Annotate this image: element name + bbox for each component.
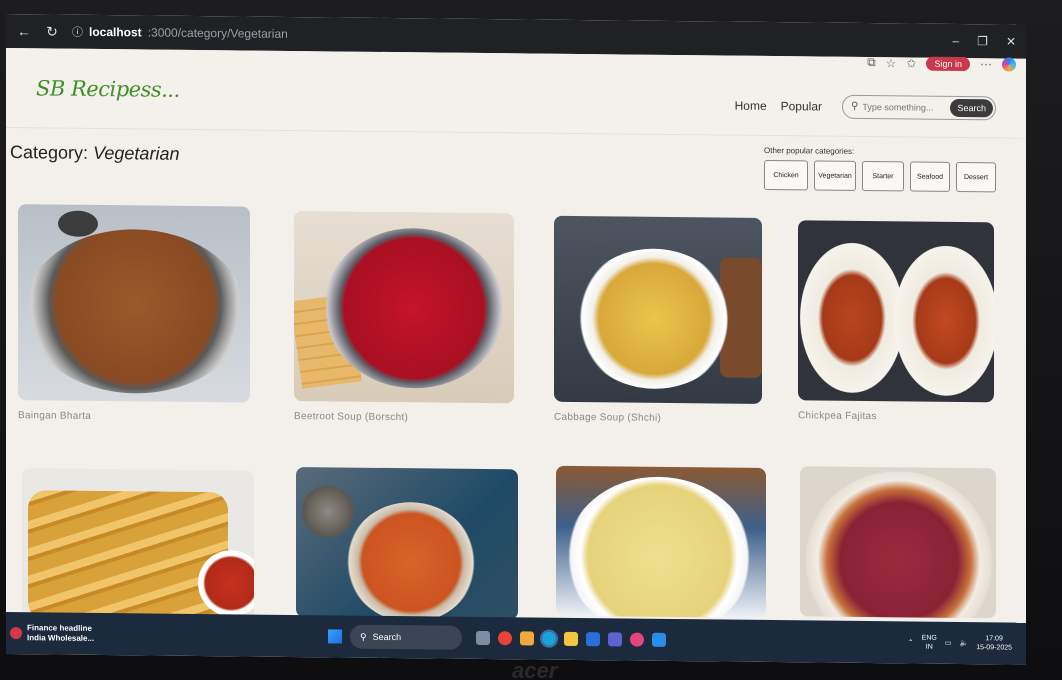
- teams-icon[interactable]: [608, 632, 622, 647]
- maximize-icon[interactable]: ❐: [977, 34, 988, 48]
- recipe-card[interactable]: [22, 468, 254, 630]
- taskbar-search[interactable]: ⚲ Search: [350, 624, 462, 650]
- volume-icon[interactable]: 🔈: [959, 639, 968, 647]
- network-icon[interactable]: ▭: [945, 639, 952, 647]
- info-icon: ⓘ: [72, 26, 83, 39]
- category-button-chicken[interactable]: Chicken: [764, 159, 808, 191]
- address-bar[interactable]: ⓘ localhost :3000/category/Vegetarian: [72, 24, 288, 42]
- chrome-icon[interactable]: [498, 631, 512, 646]
- category-label: Category:: [10, 142, 89, 163]
- main-nav: Home Popular ⚲ Search: [735, 93, 996, 120]
- recipe-image-chickpea-fajitas[interactable]: [798, 220, 994, 403]
- food-borscht: [324, 227, 504, 390]
- window-controls: – ❐ ✕: [952, 34, 1016, 49]
- monitor-frame: ← ↻ ⓘ localhost :3000/category/Vegetarian…: [0, 0, 1062, 680]
- recipe-title[interactable]: Cabbage Soup (Shchi): [554, 412, 762, 425]
- site-logo[interactable]: SB Recipess...: [36, 76, 180, 102]
- pot-shape: [298, 481, 358, 542]
- system-tray: ⌃ ENG IN ▭ 🔈 17:09 15-09-2025: [908, 633, 1012, 652]
- close-icon[interactable]: ✕: [1006, 34, 1016, 48]
- search-icon: ⚲: [360, 631, 367, 642]
- category-buttons: Chicken Vegetarian Starter Seafood Desse…: [764, 159, 996, 193]
- back-icon[interactable]: ←: [16, 23, 32, 39]
- other-categories-label: Other popular categories:: [764, 145, 855, 156]
- category-button-starter[interactable]: Starter: [862, 160, 904, 192]
- star-icon[interactable]: ☆: [886, 56, 897, 70]
- news-widget[interactable]: Finance headline India Wholesale...: [10, 623, 130, 644]
- nav-home[interactable]: Home: [735, 98, 767, 112]
- recipe-image-beetroot-soup[interactable]: [294, 211, 514, 404]
- recipe-image-cabbage-soup[interactable]: [554, 215, 762, 404]
- task-view-icon[interactable]: [476, 630, 490, 646]
- recipe-image-6[interactable]: [296, 467, 518, 620]
- food-eggplant: [804, 470, 994, 619]
- food-fajita-right: [894, 245, 994, 397]
- recipe-image-8[interactable]: [800, 466, 996, 619]
- windows-start-icon[interactable]: [328, 629, 342, 644]
- bowl-shape: [58, 210, 98, 237]
- store-icon[interactable]: [586, 632, 600, 647]
- search-box: ⚲ Search: [842, 94, 996, 120]
- file-explorer-icon[interactable]: [564, 631, 578, 646]
- search-icon: ⚲: [851, 100, 859, 112]
- recipe-image-7[interactable]: [556, 465, 766, 618]
- chevron-up-icon[interactable]: ⌃: [908, 638, 914, 646]
- news-subline: India Wholesale...: [27, 633, 95, 643]
- recipe-image-baingan-bharta[interactable]: [18, 204, 250, 403]
- category-button-seafood[interactable]: Seafood: [910, 161, 950, 192]
- food-shchi: [574, 247, 734, 390]
- nav-popular[interactable]: Popular: [781, 99, 822, 113]
- screen: ← ↻ ⓘ localhost :3000/category/Vegetarian…: [6, 14, 1026, 665]
- recipe-title[interactable]: Beetroot Soup (Borscht): [294, 411, 514, 424]
- category-title: Category: Vegetarian: [10, 142, 179, 165]
- recipe-card[interactable]: [296, 467, 518, 629]
- food-lentil-soup: [346, 501, 476, 620]
- chrome-profile-icon[interactable]: [630, 632, 644, 647]
- refresh-icon[interactable]: ↻: [44, 23, 60, 40]
- category-button-vegetarian[interactable]: Vegetarian: [814, 160, 856, 191]
- food-bharta: [24, 228, 246, 395]
- taskbar-search-label: Search: [372, 631, 402, 643]
- browser-tools: ⧉ ☆ ✩ Sign in ⋯: [867, 55, 1016, 72]
- monitor-brand-logo: acer: [512, 658, 558, 680]
- category-button-dessert[interactable]: Dessert: [956, 161, 996, 193]
- recipe-card[interactable]: Cabbage Soup (Shchi): [554, 215, 762, 425]
- split-screen-icon[interactable]: ⧉: [867, 55, 876, 70]
- search-input[interactable]: [862, 101, 951, 113]
- language-indicator[interactable]: ENG IN: [922, 634, 937, 652]
- edge-icon[interactable]: [540, 629, 558, 648]
- food-fajita-left: [800, 242, 904, 394]
- food-fried-strips: [28, 490, 228, 621]
- taskbar-apps: [476, 629, 666, 648]
- favorites-icon[interactable]: ✩: [906, 56, 916, 70]
- recipe-title[interactable]: Chickpea Fajitas: [798, 410, 994, 423]
- url-path: :3000/category/Vegetarian: [147, 25, 288, 41]
- recipe-card[interactable]: Beetroot Soup (Borscht): [294, 211, 514, 424]
- copilot-icon[interactable]: [1002, 56, 1016, 72]
- clock[interactable]: 17:09 15-09-2025: [976, 634, 1012, 652]
- recipe-card[interactable]: [556, 465, 766, 628]
- recipe-title[interactable]: Baingan Bharta: [18, 410, 250, 423]
- recipe-card[interactable]: [800, 466, 996, 628]
- news-icon: [10, 627, 22, 640]
- recipe-card[interactable]: Chickpea Fajitas: [798, 220, 994, 423]
- category-name: Vegetarian: [93, 142, 180, 164]
- food-egg-drop-soup: [566, 475, 752, 618]
- news-headline: Finance headline: [27, 623, 92, 633]
- url-host: localhost: [89, 24, 142, 40]
- more-icon[interactable]: ⋯: [980, 57, 992, 71]
- search-button[interactable]: Search: [950, 98, 993, 117]
- minimize-icon[interactable]: –: [952, 34, 959, 48]
- other-categories: Other popular categories: Chicken Vegeta…: [764, 145, 996, 193]
- copilot-app-icon[interactable]: [520, 631, 534, 646]
- recipe-card[interactable]: Baingan Bharta: [18, 204, 250, 423]
- sign-in-button[interactable]: Sign in: [926, 56, 970, 71]
- vscode-icon[interactable]: [652, 632, 666, 647]
- recipe-image-5[interactable]: [22, 468, 254, 621]
